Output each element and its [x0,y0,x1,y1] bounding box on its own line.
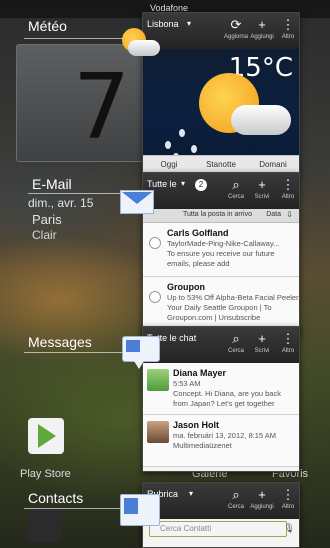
contacts-more-label: Altro [281,504,295,510]
email-search-label: Cerca [227,194,244,200]
list-item[interactable]: Carls Golfland TaylorMade-Ping-Nike-Call… [143,223,299,277]
contacts-search-input[interactable]: Cerca Contatti [149,521,287,537]
email-sort-label[interactable]: Data [266,211,281,218]
messages-search-button[interactable]: ⌕ Cerca [223,331,249,355]
weather-tabs: Oggi Stanotte Domani [143,155,299,173]
microphone-icon[interactable]: 🎙 [284,523,295,534]
tab-oggi[interactable]: Oggi [143,156,195,173]
mail-select-checkbox[interactable] [149,291,161,303]
weather-app-icon [118,28,162,60]
contacts-add-label: Aggiungi [250,504,274,510]
tab-stanotte[interactable]: Stanotte [195,156,247,173]
weather-update-label: Aggiorna [223,34,249,40]
contacts-dropdown-icon[interactable]: ▾ [189,489,193,498]
mail-select-checkbox[interactable] [149,237,161,249]
sort-icon[interactable]: ⇩ [286,210,293,219]
mail-preview: Groupon.com | Unsubscribe [167,313,261,322]
cloud-icon [231,105,291,135]
avatar [147,421,169,443]
email-compose-button[interactable]: + Scrivi [249,177,275,201]
weather-card[interactable]: Lisbona ▾ ⟳ Aggiorna + Aggiungi ⋮ Altro 15°… [142,12,300,174]
message-image-icon [126,340,140,352]
email-compose-label: Scrivi [254,194,270,200]
account-dropdown-icon[interactable]: ▾ [181,179,185,188]
mail-subject: TaylorMade-Ping-Nike-Callaway... [167,239,280,248]
avatar [147,369,169,391]
section-title-contacts: Contacts [28,490,84,506]
list-item[interactable]: Diana Mayer 5:53 AM Concept. Hi Diana, a… [143,363,299,415]
cloud-icon [128,40,160,56]
list-item[interactable]: Jason Holt ma. februári 13, 2012, 8:15 A… [143,415,299,467]
contacts-search-label: Cerca [227,504,244,510]
home-condition: Clair [32,228,57,242]
mail-preview: To ensure you receive our future [167,249,275,258]
play-store-label: Play Store [20,468,71,480]
mail-sender: Carls Golfland [167,228,229,238]
weather-topbar: Lisbona ▾ ⟳ Aggiorna + Aggiungi ⋮ Altro [143,13,299,49]
email-more-label: Altro [281,194,295,200]
messages-app-icon [122,336,162,370]
weather-add-label: Aggiungi [250,34,274,40]
messages-topbar: Tutte le chat ⌕ Cerca + Scrivi ⋮ Altro [143,327,299,363]
message-preview: Concept. Hi Diana, are you back [173,389,281,398]
play-store-triangle-icon [38,424,56,448]
weather-more-button[interactable]: ⋮ Altro [275,17,299,41]
weather-add-button[interactable]: + Aggiungi [249,17,275,41]
raindrop-icon [165,141,171,149]
messages-compose-button[interactable]: + Scrivi [249,331,275,355]
section-title-meteo: Météo [28,18,67,34]
section-divider-contacts [24,508,124,509]
section-divider-meteo [24,38,126,39]
section-divider-email [28,193,124,194]
message-preview: from Japan? Let's get together [173,399,275,408]
messages-card[interactable]: Tutte le chat ⌕ Cerca + Scrivi ⋮ Altro Dian… [142,326,300,472]
mail-preview: emails, please add [167,259,230,268]
contacts-card[interactable]: Rubrica ▾ ⌕ Cerca + Aggiungi ⋮ Altro Cerca … [142,482,300,548]
home-city: Paris [32,212,62,227]
message-preview: Multimediaüzenet [173,441,232,450]
email-card[interactable]: Tutte le ▾ 2 ⌕ Cerca + Scrivi ⋮ Altro Tutta… [142,172,300,334]
messages-more-button[interactable]: ⋮ Altro [275,331,299,355]
messages-search-label: Cerca [227,348,244,354]
tab-domani[interactable]: Domani [247,156,299,173]
email-topbar: Tutte le ▾ 2 ⌕ Cerca + Scrivi ⋮ Altro [143,173,299,209]
section-title-email: E-Mail [32,176,72,192]
mail-sender: Groupon [167,282,205,292]
contacts-search-button[interactable]: ⌕ Cerca [223,487,249,511]
message-sender: Jason Holt [173,420,220,430]
list-item[interactable]: Groupon Up to 53% Off Alpha-Beta Facial … [143,277,299,331]
raindrop-icon [191,145,197,153]
contacts-more-button[interactable]: ⋮ Altro [275,487,299,511]
weather-update-button[interactable]: ⟳ Aggiorna [223,17,249,41]
contacts-add-button[interactable]: + Aggiungi [249,487,275,511]
weather-more-label: Altro [281,34,295,40]
section-divider-messages [24,352,124,353]
section-title-messages: Messages [28,334,92,350]
mail-preview: Your Daily Seattle Groupon | To [167,303,272,312]
email-folder-label[interactable]: Tutta la posta in arrivo [183,211,252,218]
messages-more-label: Altro [281,348,295,354]
message-bubble-tail-icon [134,361,144,369]
clock-hour: 7 [73,55,131,160]
contact-person-icon [124,498,138,514]
location-dropdown-icon[interactable]: ▾ [187,19,191,28]
weather-forecast: 15°C [143,49,299,161]
email-more-button[interactable]: ⋮ Altro [275,177,299,201]
message-sender: Diana Mayer [173,368,227,378]
contacts-app-icon [120,494,162,528]
email-search-button[interactable]: ⌕ Cerca [223,177,249,201]
email-folder-bar: Tutta la posta in arrivo Data ⇩ [143,209,299,223]
messages-compose-label: Scrivi [254,348,270,354]
clock-widget[interactable]: 7 [16,44,148,162]
phone-icon[interactable] [28,508,62,542]
message-time: ma. februári 13, 2012, 8:15 AM [173,431,276,440]
message-time: 5:53 AM [173,379,201,388]
contacts-topbar: Rubrica ▾ ⌕ Cerca + Aggiungi ⋮ Altro [143,483,299,519]
raindrop-icon [179,129,185,137]
mail-subject: Up to 53% Off Alpha-Beta Facial Peeler..… [167,293,300,302]
email-unread-badge: 2 [195,179,207,191]
email-app-icon [120,186,156,216]
home-date: dim., avr. 15 [28,196,94,210]
envelope-flap-icon [122,192,152,204]
